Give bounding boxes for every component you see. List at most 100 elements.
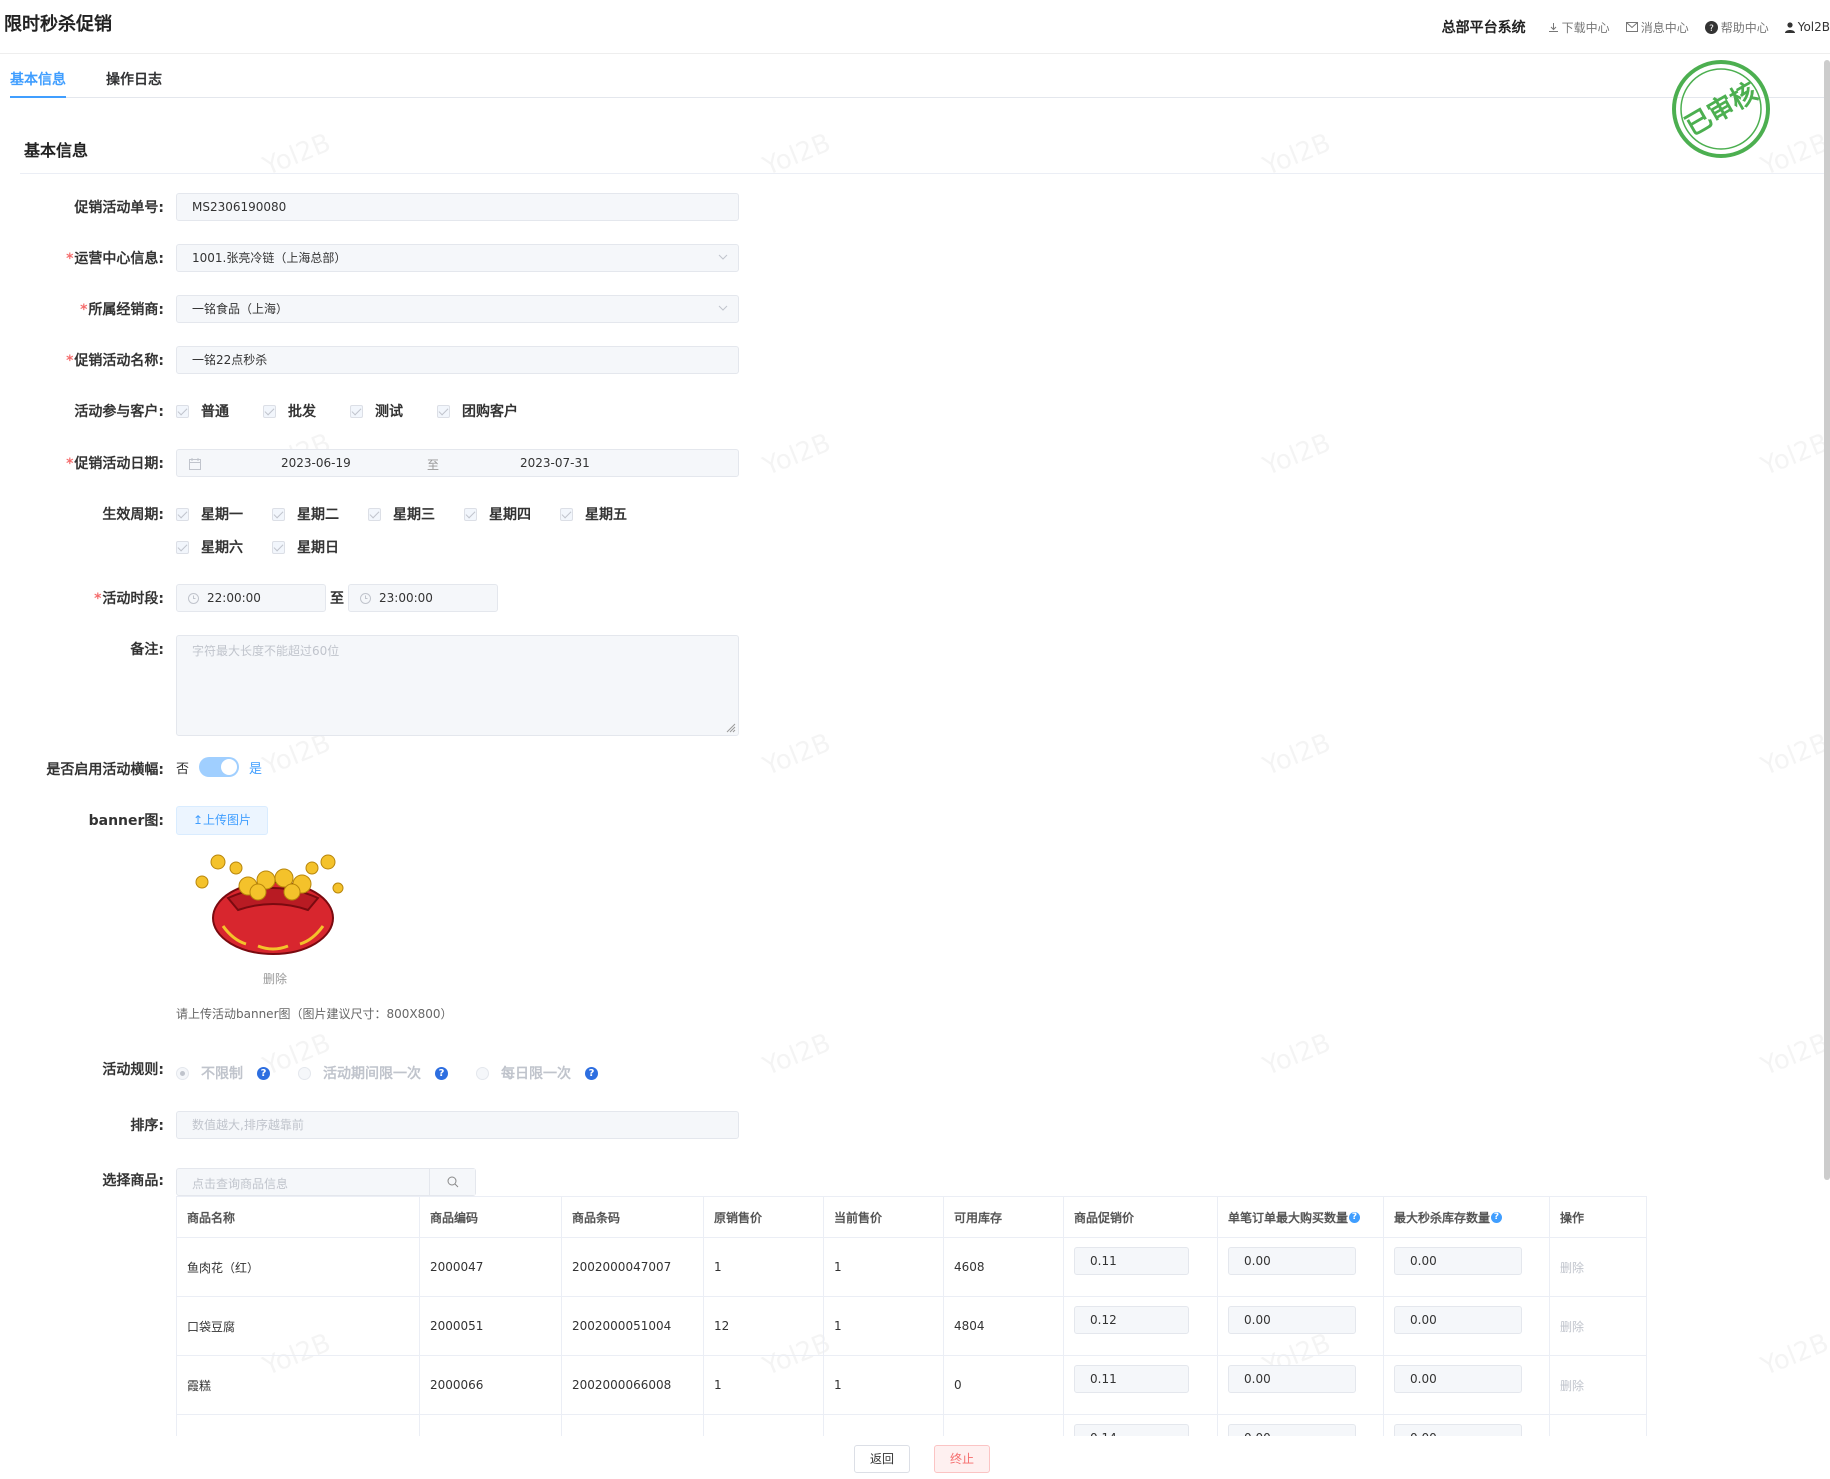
- back-button[interactable]: 返回: [854, 1445, 910, 1473]
- watermark: Yol2B: [1259, 1028, 1335, 1082]
- promo-price-input[interactable]: 0.14: [1074, 1424, 1189, 1436]
- question-icon[interactable]: ?: [1349, 1211, 1361, 1223]
- question-icon[interactable]: ?: [435, 1066, 448, 1080]
- customer-checkbox[interactable]: 团购客户: [437, 401, 518, 421]
- message-center-label: 消息中心: [1640, 20, 1689, 35]
- rule-radio-once-per-day[interactable]: 每日限一次?: [476, 1063, 598, 1083]
- help-center-link[interactable]: ? 帮助中心: [1704, 19, 1769, 36]
- promo-price-input[interactable]: 0.11: [1074, 1365, 1189, 1393]
- chevron-down-icon: [718, 254, 728, 260]
- promo-price-input[interactable]: 0.12: [1074, 1306, 1189, 1334]
- remark-placeholder: 字符最大长度不能超过60位: [192, 644, 340, 658]
- cell-op: 删除: [1550, 1238, 1646, 1296]
- weekday-checkbox[interactable]: 星期五: [560, 504, 656, 524]
- download-center-link[interactable]: 下载中心: [1548, 19, 1610, 36]
- cell-orig-price: [704, 1415, 824, 1436]
- table-row: 鱼肉花（红） 2000047 2002000047007 1 1 4608 0.…: [177, 1238, 1646, 1297]
- rules-radio-group: 不限制? 活动期间限一次? 每日限一次?: [176, 1063, 598, 1083]
- cell-promo-price: 0.14: [1064, 1415, 1218, 1436]
- weekday-checkbox[interactable]: 星期一: [176, 504, 272, 524]
- banner-switch[interactable]: [199, 757, 240, 777]
- delete-row-link[interactable]: 删除: [1560, 1377, 1584, 1394]
- max-buy-input[interactable]: 0.00: [1228, 1247, 1356, 1275]
- question-icon[interactable]: ?: [257, 1066, 270, 1080]
- promo-price-input[interactable]: 0.11: [1074, 1247, 1189, 1275]
- rule-radio-once-per-activity[interactable]: 活动期间限一次?: [298, 1063, 448, 1083]
- checkbox-icon: [176, 540, 189, 554]
- weekday-checkbox[interactable]: 星期日: [272, 537, 368, 557]
- cell-barcode: 2002000066008: [562, 1356, 704, 1414]
- goods-search[interactable]: 点击查询商品信息: [176, 1168, 476, 1196]
- resize-grip-icon[interactable]: [726, 723, 736, 733]
- weekday-checkbox[interactable]: 星期三: [368, 504, 464, 524]
- rule-label: 不限制: [201, 1066, 243, 1082]
- remark-textarea[interactable]: 字符最大长度不能超过60位: [176, 635, 739, 736]
- max-stock-input[interactable]: 0.00: [1394, 1306, 1522, 1334]
- section-divider: [20, 173, 1825, 174]
- table-header: 商品名称 商品编码 商品条码 原销售价 当前售价 可用库存 商品促销价 单笔订单…: [177, 1197, 1646, 1238]
- checkbox-icon: [560, 507, 573, 521]
- cell-name: [177, 1415, 420, 1436]
- promo-name-field[interactable]: 一铭22点秒杀: [176, 346, 739, 374]
- weekday-checkbox[interactable]: 星期六: [176, 537, 272, 557]
- max-stock-input[interactable]: 0.00: [1394, 1365, 1522, 1393]
- end-time-picker[interactable]: 23:00:00: [348, 584, 498, 612]
- help-icon: ?: [1704, 20, 1718, 34]
- delete-row-link[interactable]: 删除: [1560, 1259, 1584, 1276]
- ops-center-select[interactable]: 1001.张亮冷链（上海总部）: [176, 244, 739, 272]
- cell-code: 2000047: [420, 1238, 562, 1296]
- promo-name-label: *促销活动名称:: [66, 353, 164, 369]
- customer-checkbox[interactable]: 测试: [350, 401, 403, 421]
- help-center-label: 帮助中心: [1720, 20, 1769, 35]
- start-time-picker[interactable]: 22:00:00: [176, 584, 326, 612]
- delete-image-link[interactable]: 删除: [263, 970, 287, 987]
- cell-max-buy: 0.00: [1218, 1415, 1384, 1436]
- max-buy-input[interactable]: 0.00: [1228, 1365, 1356, 1393]
- customer-checkbox[interactable]: 普通: [176, 401, 229, 421]
- download-center-label: 下载中心: [1561, 20, 1610, 35]
- weekday-label: 星期五: [585, 507, 627, 523]
- rule-radio-unlimited[interactable]: 不限制?: [176, 1063, 270, 1083]
- date-range-picker[interactable]: 2023-06-19 至 2023-07-31: [176, 449, 739, 477]
- radio-icon: [476, 1066, 489, 1080]
- weekday-checkbox[interactable]: 星期四: [464, 504, 560, 524]
- cell-max-stock: 0.00: [1384, 1297, 1550, 1355]
- cell-op: 删除: [1550, 1356, 1646, 1414]
- goods-search-button[interactable]: [429, 1169, 475, 1195]
- question-icon[interactable]: ?: [585, 1066, 598, 1080]
- customer-checkbox[interactable]: 批发: [263, 401, 316, 421]
- checkbox-icon: [176, 404, 189, 418]
- delete-row-link[interactable]: 删除: [1560, 1318, 1584, 1335]
- promo-name-label-text: 促销活动名称:: [74, 353, 164, 369]
- watermark: Yol2B: [759, 428, 835, 482]
- cell-op: 删除: [1550, 1297, 1646, 1355]
- checkbox-icon: [272, 507, 285, 521]
- date-label: *促销活动日期:: [66, 456, 164, 472]
- banner-switch-group: 否 是: [176, 757, 262, 777]
- sort-field[interactable]: 数值越大,排序越靠前: [176, 1111, 739, 1139]
- message-center-link[interactable]: 消息中心: [1625, 19, 1689, 36]
- time-label: *活动时段:: [94, 591, 164, 607]
- weekday-checkbox[interactable]: 星期二: [272, 504, 368, 524]
- dealer-select[interactable]: 一铭食品（上海）: [176, 295, 739, 323]
- question-icon[interactable]: ?: [1491, 1211, 1503, 1223]
- user-menu[interactable]: Yol2B: [1784, 20, 1830, 34]
- tab-basic-info[interactable]: 基本信息: [10, 69, 66, 89]
- radio-icon: [298, 1066, 311, 1080]
- goods-table: 商品名称 商品编码 商品条码 原销售价 当前售价 可用库存 商品促销价 单笔订单…: [176, 1196, 1647, 1436]
- col-header-text: 最大秒杀库存数量: [1394, 1210, 1491, 1225]
- cell-max-stock: 0.00: [1384, 1415, 1550, 1436]
- max-buy-input[interactable]: 0.00: [1228, 1424, 1356, 1436]
- upload-image-button[interactable]: ↥上传图片: [176, 806, 268, 835]
- watermark: Yol2B: [1757, 1328, 1830, 1382]
- system-name[interactable]: 总部平台系统: [1442, 17, 1526, 37]
- vertical-scrollbar[interactable]: [1824, 60, 1830, 1180]
- max-stock-input[interactable]: 0.00: [1394, 1424, 1522, 1436]
- stop-button[interactable]: 终止: [934, 1445, 990, 1473]
- customer-label: 团购客户: [462, 404, 518, 420]
- max-stock-input[interactable]: 0.00: [1394, 1247, 1522, 1275]
- tab-operation-log[interactable]: 操作日志: [106, 69, 162, 89]
- cell-cur-price: [824, 1415, 944, 1436]
- order-no-field[interactable]: MS2306190080: [176, 193, 739, 221]
- max-buy-input[interactable]: 0.00: [1228, 1306, 1356, 1334]
